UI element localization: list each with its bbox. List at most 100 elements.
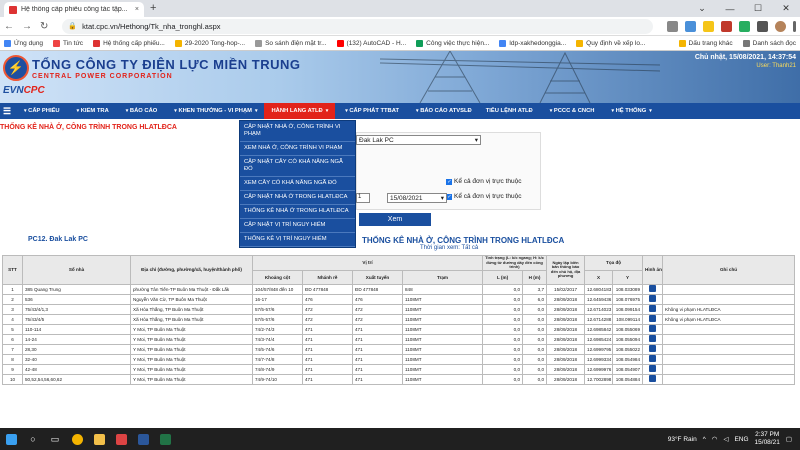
image-cell[interactable] [642, 323, 664, 335]
date-from-field[interactable]: 1 [356, 193, 370, 203]
search-icon[interactable]: ○ [22, 428, 44, 450]
image-cell[interactable] [642, 343, 664, 355]
bookmark-item[interactable]: Hệ thống cấp phiếu... [93, 39, 165, 47]
avatar[interactable] [775, 20, 786, 32]
table-cell: 108.055022 [612, 343, 644, 355]
bookmark-item[interactable]: Công việc thực hiện... [416, 39, 489, 47]
file-explorer-icon[interactable] [88, 428, 110, 450]
unit-select[interactable]: Đak Lak PC ▾ [356, 135, 481, 145]
weather-widget[interactable]: 93°F Rain [668, 436, 697, 443]
image-file-icon[interactable] [649, 365, 657, 372]
image-file-icon[interactable] [649, 335, 657, 342]
bookmark-item[interactable]: Tin tức [53, 39, 83, 47]
windows-start-icon[interactable] [0, 428, 22, 450]
table-cell: 0,0 [482, 293, 524, 305]
bookmark-item[interactable]: Quy định về xếp lo... [576, 39, 645, 47]
image-cell[interactable] [642, 303, 664, 315]
image-cell[interactable] [642, 293, 664, 305]
app-icon[interactable] [110, 428, 132, 450]
table-cell: 108.054884 [612, 373, 644, 385]
star-icon[interactable] [703, 20, 714, 32]
bookmark-item[interactable]: (132) AutoCAD - H... [336, 39, 406, 47]
notification-icon[interactable]: ▢ [786, 435, 792, 443]
image-file-icon[interactable] [649, 295, 657, 302]
volume-icon[interactable]: ◁ [723, 435, 728, 443]
image-file-icon[interactable] [649, 285, 657, 292]
bookmark-item[interactable]: 29-2020 Tong-hop-... [174, 39, 245, 47]
table-cell: 0,0 [522, 363, 548, 375]
extension-icon[interactable] [721, 20, 732, 32]
image-cell[interactable] [642, 373, 664, 385]
image-file-icon[interactable] [649, 315, 657, 322]
dropdown-item[interactable]: CẬP NHẬT NHÀ Ở TRONG HLATLĐCA [240, 191, 355, 205]
dropdown-item[interactable]: THỐNG KÊ NHÀ Ở TRONG HLATLĐCA [240, 205, 355, 219]
table-cell: 28/09/2018 [546, 303, 586, 315]
image-cell[interactable] [642, 313, 664, 325]
language-indicator[interactable]: ENG [734, 436, 748, 443]
col-header: Trạm [401, 269, 484, 285]
dropdown-item[interactable]: CẬP NHẬT CÂY CÓ KHẢ NĂNG NGÃ ĐỔ [240, 156, 355, 177]
excel-icon[interactable] [154, 428, 176, 450]
menu-dots-icon[interactable] [793, 20, 796, 32]
image-cell[interactable] [642, 333, 664, 345]
browser-tab[interactable]: Hệ thống cấp phiếu công tác tập... × [4, 2, 144, 17]
zoom-icon[interactable] [667, 20, 678, 32]
chrome-icon[interactable] [66, 428, 88, 450]
view-button[interactable]: Xem [359, 213, 431, 226]
menu-bao-cao[interactable]: ▾ BÁO CÁO [116, 103, 165, 119]
bookmark-item[interactable]: So sánh điện mặt tr... [255, 39, 327, 47]
tray-arrow-icon[interactable]: ^ [703, 436, 706, 443]
menu-cap-phat-ttbat[interactable]: ▾ CẤP PHÁT TTBAT [335, 103, 406, 119]
other-bookmarks[interactable]: Dấu trang khác [678, 39, 733, 47]
menu-hanh-lang-atld[interactable]: HÀNH LANG ATLĐ ▾ [264, 103, 336, 119]
clock[interactable]: 2:37 PM 15/08/21 [755, 431, 780, 447]
menu-khen-thuong[interactable]: ▾ KHEN THƯỞNG - VI PHẠM ▾ [164, 103, 264, 119]
menu-he-thong[interactable]: ▾ HỆ THỐNG ▾ [601, 103, 658, 119]
menu-kiem-tra[interactable]: ▾ KIỂM TRA [67, 103, 116, 119]
dropdown-item[interactable]: CẬP NHẬT NHÀ Ở, CÔNG TRÌNH VI PHẠM [240, 121, 355, 142]
tab-close-icon[interactable]: × [135, 6, 139, 13]
wifi-icon[interactable]: ◠ [712, 435, 718, 443]
reading-list[interactable]: Danh sách đọc [742, 39, 796, 47]
menu-tieu-lenh[interactable]: TIÊU LỆNH ATLĐ [479, 103, 540, 119]
image-file-icon[interactable] [649, 375, 657, 382]
menu-cap-phieu[interactable]: ▾ CẤP PHIẾU [14, 103, 67, 119]
table-cell: 0,0 [522, 313, 548, 325]
image-cell[interactable] [642, 363, 664, 375]
task-view-icon[interactable]: ▭ [44, 428, 66, 450]
dropdown-item[interactable]: CẬP NHẬT VỊ TRÍ NGUY HIỂM [240, 219, 355, 233]
dropdown-item[interactable]: XEM NHÀ Ở, CÔNG TRÌNH VI PHẠM [240, 142, 355, 156]
include-subunits-checkbox-2[interactable]: ✓ Kể cả đơn vị trực thuộc [446, 193, 522, 200]
address-bar[interactable]: 🔒 ktat.cpc.vn/Hethong/Tk_nha_tronghl.asp… [62, 18, 653, 34]
new-tab-button[interactable]: + [150, 2, 156, 14]
share-icon[interactable] [685, 20, 696, 32]
menu-pccc[interactable]: ▾ PCCC & CNCH [540, 103, 602, 119]
minimize-button[interactable]: — [716, 0, 744, 17]
hamburger-icon[interactable]: ☰ [0, 106, 14, 117]
reload-icon[interactable]: ↻ [40, 21, 48, 32]
image-file-icon[interactable] [649, 355, 657, 362]
back-icon[interactable]: ← [4, 21, 14, 32]
puzzle-icon[interactable] [757, 20, 768, 32]
table-cell: 471 [352, 363, 403, 375]
date-to-field[interactable]: 15/08/2021 ▾ [387, 193, 447, 203]
dropdown-item[interactable]: XEM CÂY CÓ KHẢ NĂNG NGÃ ĐỔ [240, 177, 355, 191]
table-cell: 472 [352, 303, 403, 315]
table-cell: Y Moi, TP Buôn Ma Thuột [130, 323, 253, 335]
tab-search-icon[interactable]: ⌄ [688, 0, 716, 17]
close-window-button[interactable]: ✕ [772, 0, 800, 17]
image-file-icon[interactable] [649, 305, 657, 312]
word-icon[interactable] [132, 428, 154, 450]
bookmark-item[interactable]: ldp-xakhedonggia... [499, 39, 566, 47]
image-file-icon[interactable] [649, 325, 657, 332]
extension-icon-2[interactable] [739, 20, 750, 32]
image-cell[interactable] [642, 283, 664, 295]
image-file-icon[interactable] [649, 345, 657, 352]
image-cell[interactable] [642, 353, 664, 365]
dropdown-item[interactable]: THỐNG KÊ VỊ TRÍ NGUY HIỂM [240, 233, 355, 247]
include-subunits-checkbox-1[interactable]: ✓ Kể cả đơn vị trực thuộc [446, 178, 522, 185]
bookmark-item[interactable]: Ứng dụng [4, 39, 43, 47]
maximize-button[interactable]: ☐ [744, 0, 772, 17]
forward-icon[interactable]: → [22, 21, 32, 32]
menu-bao-cao-atvsld[interactable]: ▾ BÁO CÁO ATVSLĐ [406, 103, 479, 119]
